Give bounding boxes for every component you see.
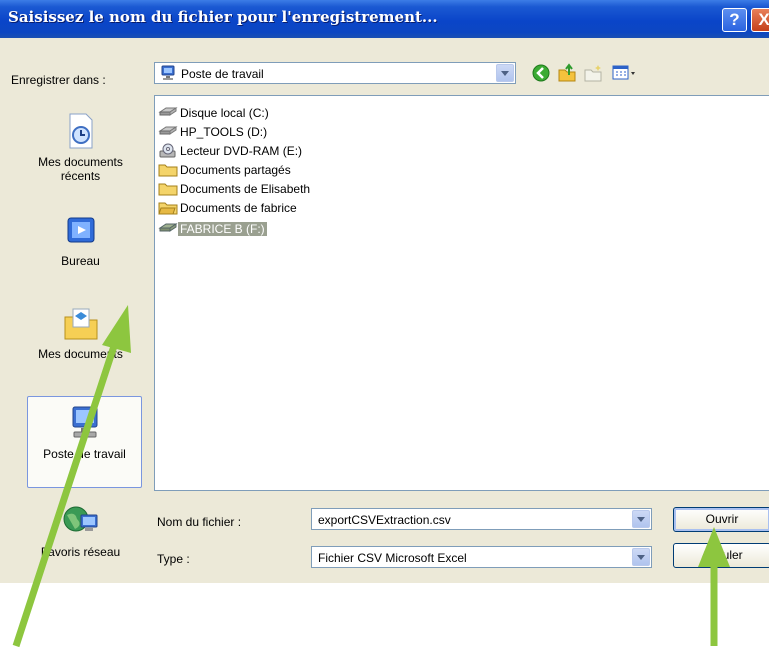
annotation-arrows bbox=[12, 305, 730, 648]
annotation-arrow-left bbox=[12, 305, 131, 648]
annotation-arrow-right bbox=[698, 527, 730, 646]
